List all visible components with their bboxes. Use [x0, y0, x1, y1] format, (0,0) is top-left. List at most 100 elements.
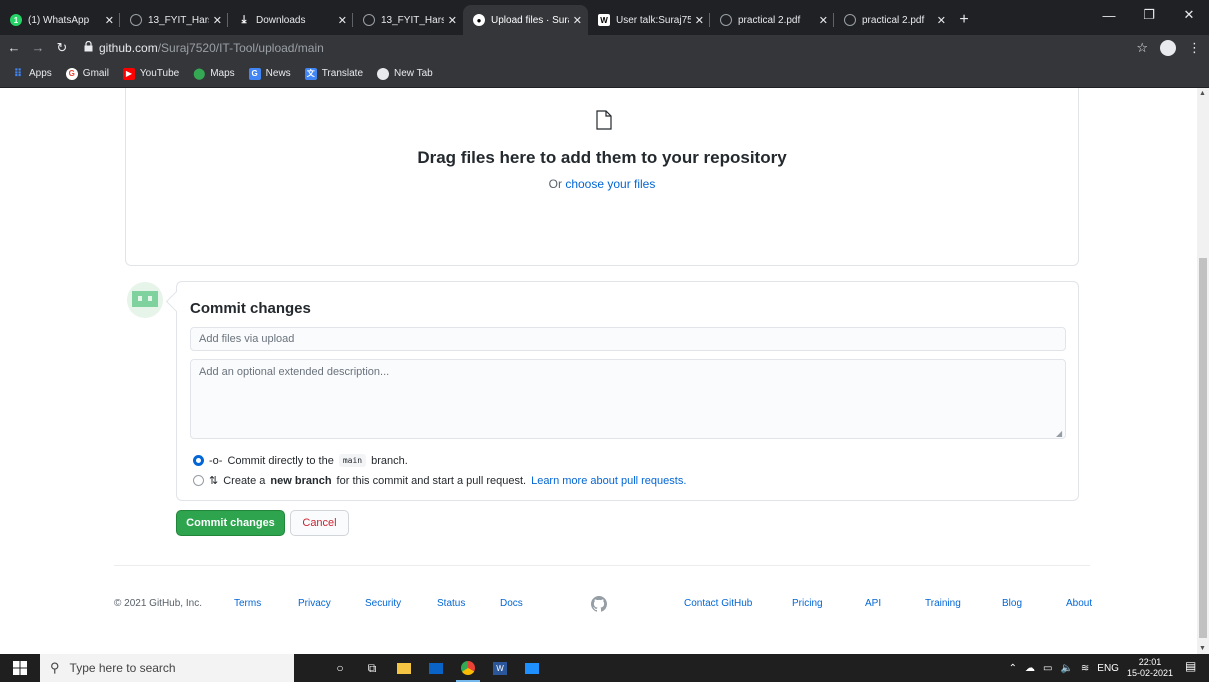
- bookmark-youtube[interactable]: ▶ YouTube: [122, 67, 179, 80]
- footer-link-terms[interactable]: Terms: [234, 598, 261, 609]
- minimize-icon[interactable]: —: [1089, 0, 1129, 30]
- clock[interactable]: 22:01 15-02-2021: [1127, 657, 1173, 679]
- tab-title: practical 2.pdf: [862, 14, 925, 26]
- footer-link-about[interactable]: About: [1066, 598, 1092, 609]
- menu-kebab-icon[interactable]: ⋮: [1188, 40, 1201, 56]
- close-icon[interactable]: ✕: [105, 14, 114, 27]
- close-icon[interactable]: ✕: [819, 14, 828, 27]
- bookmarks-bar: ⠿ Apps G Gmail ▶ YouTube ⬤ Maps G News 文 Trans…: [0, 60, 1209, 88]
- close-icon[interactable]: ✕: [695, 14, 704, 27]
- footer-link-training[interactable]: Training: [925, 598, 961, 609]
- tab-harsh-1[interactable]: 13_FYIT_Harsh Gha ✕: [120, 5, 228, 35]
- chevron-up-icon[interactable]: ⌃: [1009, 663, 1017, 674]
- footer-link-api[interactable]: API: [865, 598, 881, 609]
- close-window-icon[interactable]: ✕: [1169, 0, 1209, 30]
- taskbar-search[interactable]: ⚲ Type here to search: [40, 654, 294, 682]
- forward-icon[interactable]: →: [28, 40, 48, 55]
- maximize-icon[interactable]: ❐: [1129, 0, 1169, 30]
- tab-title: practical 2.pdf: [738, 14, 801, 26]
- globe-icon: [363, 14, 375, 26]
- tab-downloads[interactable]: ⤓ Downloads ✕: [228, 5, 353, 35]
- download-icon: ⤓: [241, 13, 247, 26]
- tab-upload-files[interactable]: ● Upload files · Suraj ✕: [463, 5, 588, 35]
- footer-link-blog[interactable]: Blog: [1002, 598, 1022, 609]
- url-path: /Suraj7520/IT-Tool/upload/main: [157, 40, 324, 55]
- footer-link-docs[interactable]: Docs: [500, 598, 523, 609]
- tab-whatsapp[interactable]: 1 (1) WhatsApp ✕: [0, 5, 120, 35]
- scroll-down-icon[interactable]: ▼: [1199, 645, 1206, 652]
- bookmark-gmail[interactable]: G Gmail: [65, 67, 109, 80]
- commit-changes-button[interactable]: Commit changes: [176, 510, 285, 536]
- tab-practical-1[interactable]: practical 2.pdf ✕: [710, 5, 834, 35]
- tab-user-talk[interactable]: W User talk:Suraj752 ✕: [588, 5, 710, 35]
- drag-or-text: Or: [548, 177, 566, 191]
- tab-practical-2[interactable]: practical 2.pdf ✕: [834, 5, 952, 35]
- file-drop-zone[interactable]: Drag files here to add them to your repo…: [125, 88, 1079, 266]
- globe-icon: [130, 14, 142, 26]
- globe-icon: [377, 67, 390, 80]
- option-new-suffix: for this commit and start a pull request…: [336, 474, 527, 487]
- network-icon[interactable]: ≋: [1081, 663, 1089, 674]
- bookmark-new-tab[interactable]: New Tab: [377, 67, 433, 80]
- maps-pin-icon: ⬤: [193, 68, 206, 80]
- clock-date: 15-02-2021: [1126, 668, 1173, 678]
- scroll-thumb[interactable]: [1199, 258, 1207, 638]
- mail-icon[interactable]: [420, 654, 452, 682]
- url-host: github.com: [99, 40, 158, 55]
- onedrive-icon[interactable]: ☁: [1025, 663, 1035, 674]
- resize-grip-icon[interactable]: ◢: [1056, 429, 1062, 438]
- chrome-icon[interactable]: [452, 654, 484, 682]
- footer-link-privacy[interactable]: Privacy: [298, 598, 331, 609]
- radio-new-branch[interactable]: [193, 475, 204, 486]
- commit-summary-input[interactable]: [190, 327, 1066, 351]
- language-indicator[interactable]: ENG: [1097, 663, 1119, 674]
- close-icon[interactable]: ✕: [338, 14, 347, 27]
- whatsapp-icon: 1: [10, 14, 22, 26]
- globe-icon: [844, 14, 856, 26]
- footer-link-status[interactable]: Status: [437, 598, 465, 609]
- reload-icon[interactable]: ↻: [52, 40, 72, 56]
- file-explorer-icon[interactable]: [388, 654, 420, 682]
- scroll-up-icon[interactable]: ▲: [1199, 90, 1206, 97]
- git-commit-icon: -o-: [209, 454, 223, 467]
- profile-avatar-icon[interactable]: [1160, 39, 1176, 56]
- url-field[interactable]: github.com/Suraj7520/IT-Tool/upload/main: [99, 41, 324, 55]
- youtube-icon: ▶: [122, 67, 135, 80]
- taskbar-apps: ○ ⧉ W: [324, 654, 548, 682]
- task-view-icon[interactable]: ⧉: [356, 654, 388, 682]
- tab-harsh-2[interactable]: 13_FYIT_Harsh Gha ✕: [353, 5, 463, 35]
- bookmark-apps[interactable]: ⠿ Apps: [12, 68, 52, 80]
- bookmark-maps[interactable]: ⬤ Maps: [193, 68, 235, 80]
- back-icon[interactable]: ←: [4, 40, 24, 55]
- tab-title: (1) WhatsApp: [28, 14, 90, 26]
- close-icon[interactable]: ✕: [213, 14, 222, 27]
- bookmark-news[interactable]: G News: [248, 67, 291, 80]
- cortana-icon[interactable]: ○: [324, 654, 356, 682]
- footer-link-contact[interactable]: Contact GitHub: [684, 598, 752, 609]
- battery-icon[interactable]: ▭: [1043, 663, 1052, 674]
- bookmark-translate[interactable]: 文 Translate: [304, 67, 363, 80]
- pull-request-learn-link[interactable]: Learn more about pull requests.: [531, 475, 686, 487]
- commit-description-input[interactable]: [190, 359, 1066, 439]
- notifications-icon[interactable]: ▤: [1185, 659, 1203, 677]
- choose-files-link[interactable]: choose your files: [565, 177, 655, 191]
- lock-icon: [84, 40, 93, 55]
- clock-time: 22:01: [1138, 657, 1162, 667]
- close-icon[interactable]: ✕: [573, 14, 582, 27]
- cancel-button[interactable]: Cancel: [290, 510, 349, 536]
- close-icon[interactable]: ✕: [448, 14, 457, 27]
- bookmark-star-icon[interactable]: ☆: [1136, 40, 1148, 56]
- commit-direct-option[interactable]: -o- Commit directly to the main branch.: [193, 454, 408, 467]
- page-scrollbar[interactable]: ▲ ▼: [1197, 88, 1209, 654]
- new-tab-button[interactable]: +: [952, 5, 976, 35]
- footer-link-pricing[interactable]: Pricing: [792, 598, 823, 609]
- word-icon[interactable]: W: [484, 654, 516, 682]
- volume-icon[interactable]: 🔈: [1060, 663, 1072, 674]
- commit-new-branch-option[interactable]: ⇅ Create a new branch for this commit an…: [193, 474, 686, 487]
- windows-start-icon[interactable]: [0, 654, 40, 682]
- close-icon[interactable]: ✕: [937, 14, 946, 27]
- footer-link-security[interactable]: Security: [365, 598, 401, 609]
- photos-icon[interactable]: [516, 654, 548, 682]
- radio-commit-direct[interactable]: [193, 455, 204, 466]
- github-logo-icon[interactable]: [591, 596, 607, 612]
